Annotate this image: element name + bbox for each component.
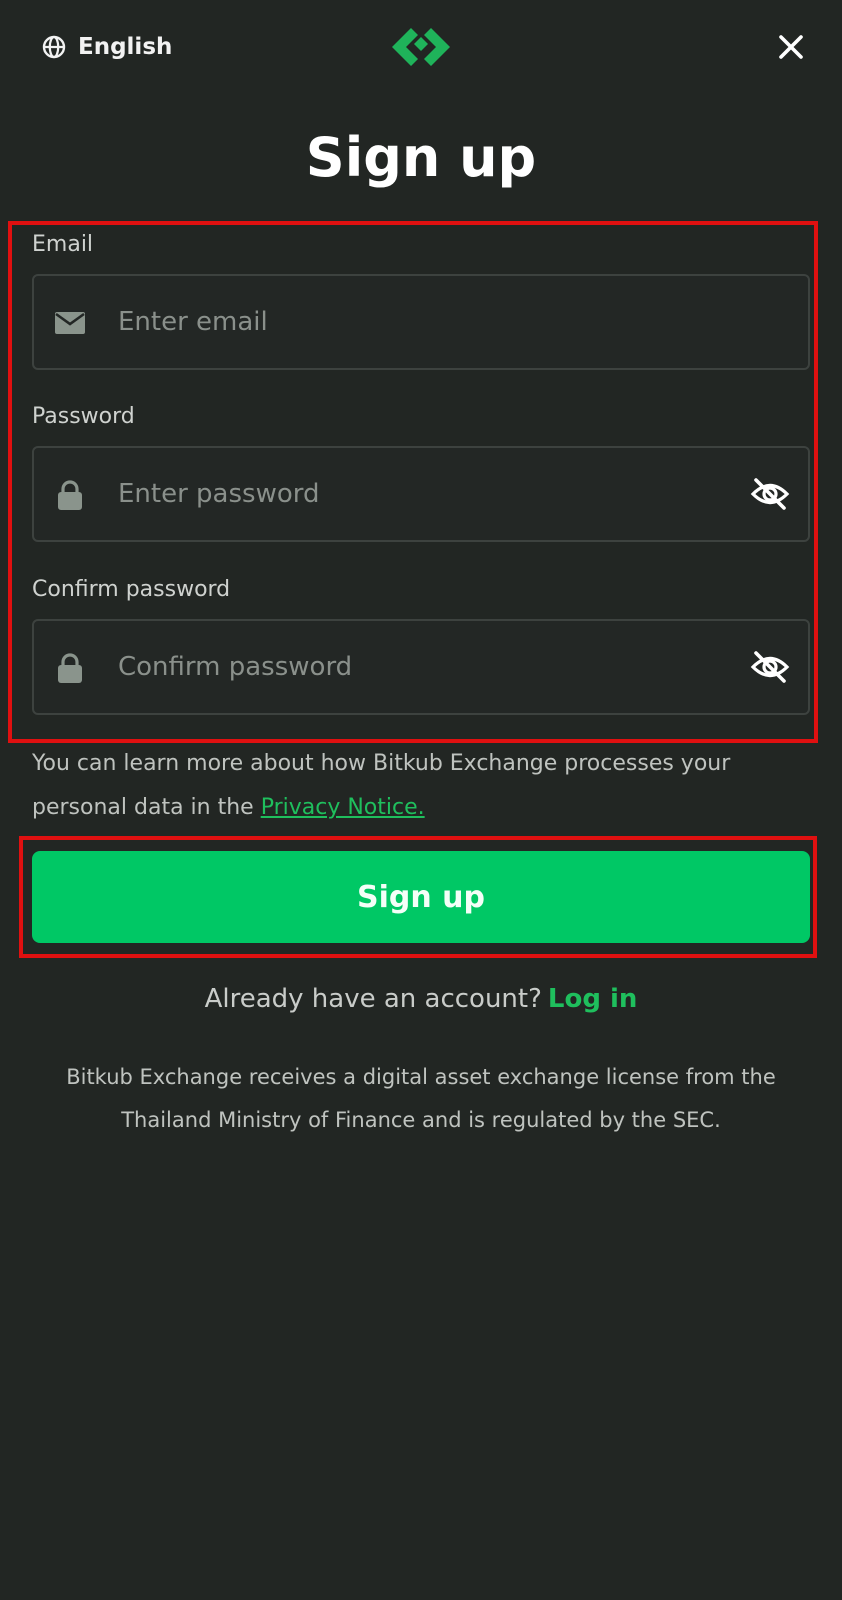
eye-off-icon[interactable] [750,476,790,512]
eye-off-icon[interactable] [750,649,790,685]
license-text: Bitkub Exchange receives a digital asset… [66,1065,776,1132]
sign-up-button[interactable]: Sign up [32,851,810,943]
email-label: Email [32,232,94,257]
password-input[interactable] [118,448,718,540]
language-label: English [78,34,173,60]
login-prompt-text: Already have an account? [204,984,542,1014]
top-bar: English [0,0,842,100]
page-title: Sign up [305,126,537,189]
privacy-notice-text: You can learn more about how Bitkub Exch… [32,742,812,830]
password-label: Password [32,404,135,429]
bitkub-logo-icon [392,28,450,66]
password-field[interactable] [32,446,810,542]
envelope-icon [55,312,85,334]
email-field[interactable] [32,274,810,370]
confirm-password-label: Confirm password [32,577,231,602]
log-in-link[interactable]: Log in [548,984,638,1014]
confirm-password-field[interactable] [32,619,810,715]
language-selector[interactable]: English [42,34,172,60]
lock-icon [58,653,82,683]
privacy-notice-link[interactable]: Privacy Notice. [261,795,425,820]
confirm-password-input[interactable] [118,621,718,713]
close-icon[interactable] [776,32,806,62]
globe-icon [42,35,66,59]
lock-icon [58,480,82,510]
login-prompt: Already have an account? Log in [0,984,842,1014]
email-input[interactable] [118,276,718,368]
